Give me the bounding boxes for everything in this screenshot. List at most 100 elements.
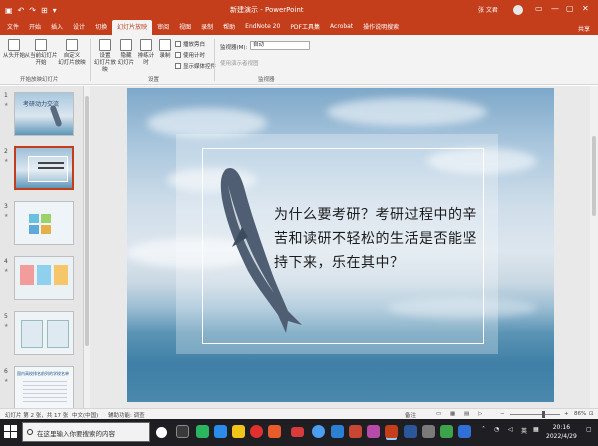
tab-slideshow[interactable]: 幻灯片放映 bbox=[112, 20, 153, 35]
tab-insert[interactable]: 插入 bbox=[46, 20, 68, 35]
chrome-icon[interactable] bbox=[312, 425, 325, 438]
app-icon[interactable] bbox=[268, 425, 281, 438]
tab-view[interactable]: 视图 bbox=[174, 20, 196, 35]
slideshow-view-icon[interactable]: ▷ bbox=[478, 411, 482, 417]
play-narrations-checkbox[interactable]: 播放旁白 bbox=[175, 40, 205, 48]
fit-slide-icon[interactable]: ⊡ bbox=[589, 411, 594, 417]
app-icon[interactable] bbox=[349, 425, 362, 438]
tab-home[interactable]: 开始 bbox=[24, 20, 46, 35]
zoom-slider[interactable] bbox=[510, 414, 560, 415]
avatar[interactable] bbox=[513, 5, 523, 15]
zoom-out-icon[interactable]: − bbox=[500, 411, 505, 417]
taskbar-clock[interactable]: 20:16 2022/4/29 bbox=[546, 423, 577, 441]
whale-thumb-image bbox=[49, 104, 63, 128]
volume-icon[interactable]: ◁ bbox=[508, 426, 513, 433]
play-narrations-label: 播放旁白 bbox=[183, 42, 206, 48]
windows-start-icon[interactable] bbox=[4, 425, 18, 439]
thumb-block bbox=[29, 214, 39, 223]
minimize-button[interactable]: — bbox=[551, 4, 559, 13]
slide-thumbnail-5[interactable] bbox=[14, 311, 74, 355]
tab-transitions[interactable]: 切换 bbox=[90, 20, 112, 35]
group-divider bbox=[90, 39, 91, 81]
custom-slideshow-button[interactable]: 自定义 幻灯片放映 bbox=[57, 39, 87, 67]
app-icon[interactable] bbox=[422, 425, 435, 438]
use-timings-checkbox[interactable]: 使用计时 bbox=[175, 51, 205, 59]
slide-text-box[interactable]: 为什么要考研？考研过程中的辛苦和读研不轻松的生活是否能坚持下来，乐在其中？ bbox=[274, 203, 479, 275]
customize-qat-icon[interactable]: ▾ bbox=[53, 6, 57, 15]
tab-design[interactable]: 设计 bbox=[68, 20, 90, 35]
record-button[interactable]: 录制 bbox=[157, 39, 173, 60]
normal-view-icon[interactable]: ▭ bbox=[436, 411, 441, 417]
save-icon[interactable]: ▣ bbox=[5, 6, 13, 15]
checkbox-icon bbox=[175, 41, 181, 47]
presenter-view-checkbox[interactable]: 使用演示者视图 bbox=[220, 59, 259, 67]
tab-review[interactable]: 审阅 bbox=[152, 20, 174, 35]
powerpoint-taskbar-icon[interactable] bbox=[385, 425, 398, 438]
monitor-select[interactable]: 自动 bbox=[250, 41, 310, 50]
slide-thumbnail-2[interactable] bbox=[14, 146, 74, 190]
input-language[interactable]: 英 bbox=[521, 426, 527, 435]
scroll-thumb[interactable] bbox=[592, 136, 596, 216]
hide-slide-button[interactable]: 隐藏 幻灯片 bbox=[117, 39, 135, 67]
ime-icon[interactable]: ▦ bbox=[533, 426, 539, 433]
tab-acrobat[interactable]: Acrobat bbox=[325, 20, 358, 35]
app-icon[interactable] bbox=[250, 425, 263, 438]
network-icon[interactable]: ◔ bbox=[494, 426, 499, 433]
accessibility-status[interactable]: 辅助功能: 调查 bbox=[108, 411, 145, 419]
slide-thumbnail-1[interactable]: 考研动力交流 bbox=[14, 92, 74, 136]
scroll-thumb[interactable] bbox=[85, 96, 89, 346]
ribbon-display-icon[interactable]: ▭ bbox=[535, 4, 543, 13]
close-button[interactable]: ✕ bbox=[582, 4, 589, 13]
thumb-number: 3 bbox=[4, 203, 8, 210]
zoom-slider-handle[interactable] bbox=[542, 411, 545, 418]
browser-icon[interactable] bbox=[214, 425, 227, 438]
taskbar-search-box[interactable]: 在这里输入你要搜索的内容 bbox=[22, 422, 150, 442]
notification-icon[interactable]: ▢ bbox=[586, 426, 592, 433]
zoom-level[interactable]: 86% bbox=[574, 411, 586, 417]
wechat-icon[interactable] bbox=[196, 425, 209, 438]
cortana-icon[interactable] bbox=[156, 427, 167, 438]
tab-endnote[interactable]: EndNote 20 bbox=[240, 20, 285, 35]
thumb-number: 5 bbox=[4, 313, 8, 320]
slide-thumbnail-6[interactable]: 国内高校排名前列的学校名单 bbox=[14, 366, 74, 410]
notes-button[interactable]: 备注 bbox=[405, 411, 416, 419]
maximize-button[interactable]: ▢ bbox=[566, 4, 574, 13]
show-media-controls-checkbox[interactable]: 显示媒体控件 bbox=[175, 62, 216, 70]
thumb-block bbox=[47, 320, 69, 348]
undo-icon[interactable]: ↶ bbox=[18, 6, 25, 15]
pdf-app-icon[interactable] bbox=[291, 427, 304, 437]
tab-file[interactable]: 文件 bbox=[2, 20, 24, 35]
zoom-in-icon[interactable]: + bbox=[564, 411, 569, 417]
from-beginning-button[interactable]: 从头开始 bbox=[3, 39, 25, 60]
tab-pdf-tools[interactable]: PDF工具集 bbox=[285, 20, 325, 35]
redo-icon[interactable]: ↷ bbox=[29, 6, 36, 15]
file-explorer-icon[interactable] bbox=[232, 425, 245, 438]
rehearse-timings-button[interactable]: 排练计时 bbox=[136, 39, 156, 67]
tab-help[interactable]: 帮助 bbox=[218, 20, 240, 35]
tell-me-search[interactable]: 操作说明搜索 bbox=[358, 20, 404, 35]
thumb-block bbox=[21, 320, 43, 348]
from-current-button[interactable]: 从当前幻灯片 开始 bbox=[24, 39, 58, 67]
app-icon[interactable] bbox=[458, 425, 471, 438]
app-icon[interactable] bbox=[367, 425, 380, 438]
slide-thumbnail-3[interactable] bbox=[14, 201, 74, 245]
slide-scrollbar[interactable] bbox=[590, 86, 598, 408]
share-button[interactable]: 共享 bbox=[578, 24, 590, 33]
checkbox-icon bbox=[175, 52, 181, 58]
app-icon[interactable] bbox=[331, 425, 344, 438]
tab-record[interactable]: 录制 bbox=[196, 20, 218, 35]
task-view-icon[interactable] bbox=[176, 425, 189, 438]
present-icon[interactable]: ⊞ bbox=[41, 6, 48, 15]
tray-overflow-icon[interactable]: ˄ bbox=[482, 426, 485, 433]
user-name[interactable]: 张 文君 bbox=[478, 5, 498, 14]
from-beginning-label: 从头开始 bbox=[3, 53, 26, 59]
language-indicator[interactable]: 中文(中国) bbox=[72, 411, 98, 419]
record-label: 录制 bbox=[159, 53, 171, 59]
slide-thumbnail-4[interactable] bbox=[14, 256, 74, 300]
thumb-block bbox=[37, 265, 51, 285]
setup-slideshow-button[interactable]: 设置 幻灯片放映 bbox=[92, 39, 118, 74]
reading-view-icon[interactable]: ▤ bbox=[464, 411, 469, 417]
word-icon[interactable] bbox=[404, 425, 417, 438]
app-icon[interactable] bbox=[440, 425, 453, 438]
slide-sorter-icon[interactable]: ▦ bbox=[450, 411, 455, 417]
